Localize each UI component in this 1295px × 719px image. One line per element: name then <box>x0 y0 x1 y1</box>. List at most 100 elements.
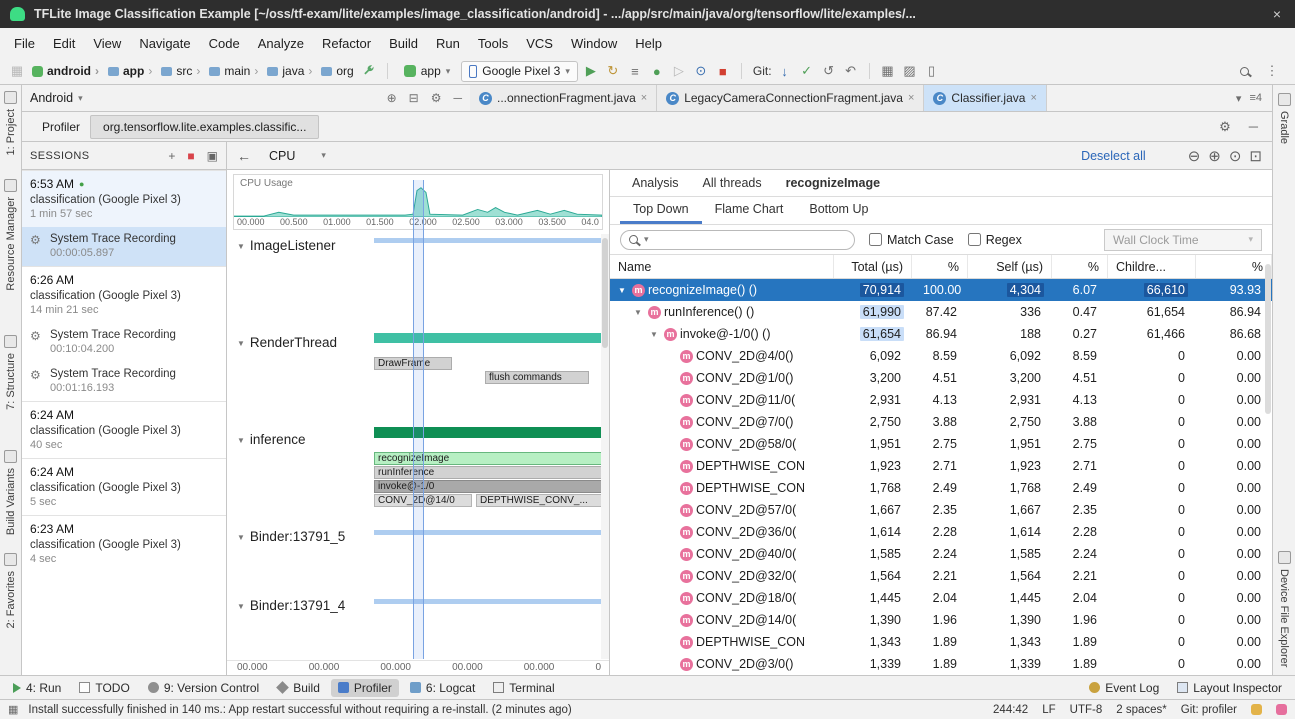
column-header-name[interactable]: Name <box>610 255 834 278</box>
search-icon[interactable] <box>1240 67 1249 76</box>
window-grid-icon[interactable]: ▦ <box>8 62 26 81</box>
table-row[interactable]: m CONV_2D@11/0( 2,931 4.13 2,931 4.13 0 … <box>610 389 1272 411</box>
table-row[interactable]: m CONV_2D@32/0( 1,564 2.21 1,564 2.21 0 … <box>610 565 1272 587</box>
device-manager-icon[interactable]: ▯ <box>923 62 941 81</box>
breadcrumb-item[interactable]: android <box>30 64 93 78</box>
regex-input[interactable] <box>968 233 981 246</box>
thread-row-binder5[interactable]: ▼ Binder:13791_5 <box>227 521 609 590</box>
column-header-children[interactable]: Childre... <box>1108 255 1196 278</box>
expand-arrow-icon[interactable]: ▼ <box>634 308 645 317</box>
tool-window-button[interactable]: 6: Logcat <box>403 679 482 697</box>
thread-row-inference[interactable]: ▼ inference recognizeImage runInference … <box>227 424 609 521</box>
tool-window-button[interactable]: Resource Manager <box>4 179 17 291</box>
hidden-tabs-icon[interactable]: ▾ <box>1236 92 1242 105</box>
tool-window-button[interactable]: Event Log <box>1082 679 1166 697</box>
analysis-tab[interactable]: Analysis <box>620 170 691 196</box>
profiler-title[interactable]: Profiler <box>32 120 90 134</box>
thread-trace[interactable] <box>373 590 609 658</box>
match-case-checkbox[interactable]: Match Case <box>869 233 954 247</box>
analysis-tab[interactable]: recognizeImage <box>774 170 892 196</box>
table-row[interactable]: m CONV_2D@14/0( 1,390 1.96 1,390 1.96 0 … <box>610 609 1272 631</box>
column-header-self[interactable]: Self (µs) <box>968 255 1052 278</box>
column-header-self-pct[interactable]: % <box>1052 255 1108 278</box>
menu-item[interactable]: Help <box>627 33 670 54</box>
layout-inspector-icon[interactable]: ▨ <box>901 62 919 81</box>
collapse-icon[interactable]: ▼ <box>237 533 245 542</box>
thread-row-imagelistener[interactable]: ▼ ImageListener <box>227 230 609 327</box>
column-header-total-pct[interactable]: % <box>912 255 968 278</box>
table-scrollbar[interactable] <box>1264 258 1272 675</box>
tool-window-button[interactable]: TODO <box>72 679 136 697</box>
thread-trace[interactable] <box>373 521 609 590</box>
menu-item[interactable]: View <box>85 33 129 54</box>
analysis-subtab[interactable]: Flame Chart <box>702 197 797 224</box>
run-config-dropdown[interactable]: app ▾ <box>397 61 458 82</box>
trace-event-chip[interactable]: invoke@-1/0 <box>374 480 603 493</box>
menu-item[interactable]: Analyze <box>250 33 312 54</box>
git-update-button[interactable]: ↓ <box>776 62 794 81</box>
attach-debugger-button[interactable]: ▷ <box>670 62 688 81</box>
breadcrumb-item[interactable]: java <box>252 64 306 78</box>
thread-trace[interactable]: recognizeImage runInference invoke@-1/0 … <box>373 424 609 521</box>
thread-label[interactable]: ▼ inference <box>227 424 373 521</box>
table-row[interactable]: m DEPTHWISE_CON 1,923 2.71 1,923 2.71 0 … <box>610 455 1272 477</box>
git-revert-button[interactable]: ↶ <box>842 62 860 81</box>
close-tab-icon[interactable]: × <box>641 92 647 104</box>
git-history-button[interactable]: ↺ <box>820 62 838 81</box>
thread-label[interactable]: ▼ Binder:13791_4 <box>227 590 373 658</box>
git-commit-button[interactable]: ✓ <box>798 62 816 81</box>
table-row[interactable]: m CONV_2D@40/0( 1,585 2.24 1,585 2.24 0 … <box>610 543 1272 565</box>
close-tab-icon[interactable]: × <box>1030 92 1036 104</box>
stop-recording-icon[interactable]: ■ <box>187 149 194 163</box>
thread-row-renderthread[interactable]: ▼ RenderThread DrawFrame flush commands <box>227 327 609 424</box>
reset-zoom-icon[interactable]: ⊙ <box>1229 147 1242 165</box>
expand-arrow-icon[interactable]: ▼ <box>618 286 629 295</box>
analysis-subtab[interactable]: Top Down <box>620 197 702 224</box>
clock-mode-dropdown[interactable]: Wall Clock Time ▾ <box>1104 229 1262 251</box>
session-item[interactable]: 6:23 AM classification (Google Pixel 3) … <box>22 515 226 572</box>
analysis-subtab[interactable]: Bottom Up <box>796 197 881 224</box>
zoom-in-icon[interactable]: ⊕ <box>1208 147 1221 165</box>
search-box[interactable]: ▾ <box>620 230 855 250</box>
window-close-button[interactable]: × <box>1269 6 1285 22</box>
menu-item[interactable]: Tools <box>470 33 516 54</box>
collapse-icon[interactable]: ▼ <box>237 602 245 611</box>
menu-item[interactable]: VCS <box>518 33 561 54</box>
thread-trace[interactable] <box>373 230 609 327</box>
menu-item[interactable]: Build <box>381 33 426 54</box>
tool-window-button[interactable]: 2: Favorites <box>4 553 17 628</box>
editor-tab[interactable]: C LegacyCameraConnectionFragment.java × <box>657 85 924 111</box>
profiler-session-tab[interactable]: org.tensorflow.lite.examples.classific..… <box>90 115 319 139</box>
expand-arrow-icon[interactable]: ▼ <box>650 330 661 339</box>
close-tab-icon[interactable]: × <box>908 92 914 104</box>
breadcrumb-item[interactable]: org <box>306 64 355 78</box>
session-item[interactable]: 6:24 AM classification (Google Pixel 3) … <box>22 458 226 515</box>
trace-event-chip[interactable]: flush commands <box>485 371 589 384</box>
debug-button[interactable]: ● <box>648 62 666 81</box>
menu-item[interactable]: Window <box>563 33 625 54</box>
more-icon[interactable]: ⋮ <box>1263 62 1281 81</box>
add-session-icon[interactable]: + <box>168 149 175 163</box>
menu-item[interactable]: Run <box>428 33 468 54</box>
breadcrumb-item[interactable]: app <box>93 64 146 78</box>
tool-window-button[interactable]: 7: Structure <box>4 335 17 410</box>
breadcrumb-item[interactable]: main <box>194 64 252 78</box>
thread-row-binder4[interactable]: ▼ Binder:13791_4 <box>227 590 609 658</box>
minimize-icon[interactable]: ─ <box>1249 119 1258 135</box>
profile-button[interactable]: ⊙ <box>692 62 710 81</box>
status-widget[interactable]: 2 spaces* <box>1116 704 1167 716</box>
project-view-dropdown[interactable]: Android ▾ <box>30 91 83 105</box>
session-item[interactable]: 6:24 AM classification (Google Pixel 3) … <box>22 401 226 458</box>
collapse-icon[interactable]: ▼ <box>237 436 245 445</box>
column-header-children-pct[interactable]: % <box>1196 255 1272 278</box>
table-row[interactable]: m CONV_2D@36/0( 1,614 2.28 1,614 2.28 0 … <box>610 521 1272 543</box>
zoom-to-selection-icon[interactable]: ⊡ <box>1249 147 1262 165</box>
status-widget[interactable]: UTF-8 <box>1070 704 1103 716</box>
table-row[interactable]: m CONV_2D@57/0( 1,667 2.35 1,667 2.35 0 … <box>610 499 1272 521</box>
menu-item[interactable]: Refactor <box>314 33 379 54</box>
tool-window-button[interactable]: 4: Run <box>6 679 68 697</box>
trace-event-chip[interactable]: runInference <box>374 466 603 479</box>
tool-window-button[interactable]: Build Variants <box>4 450 17 535</box>
deselect-all-link[interactable]: Deselect all <box>1081 149 1146 163</box>
session-item[interactable]: 6:53 AM● classification (Google Pixel 3)… <box>22 170 226 227</box>
